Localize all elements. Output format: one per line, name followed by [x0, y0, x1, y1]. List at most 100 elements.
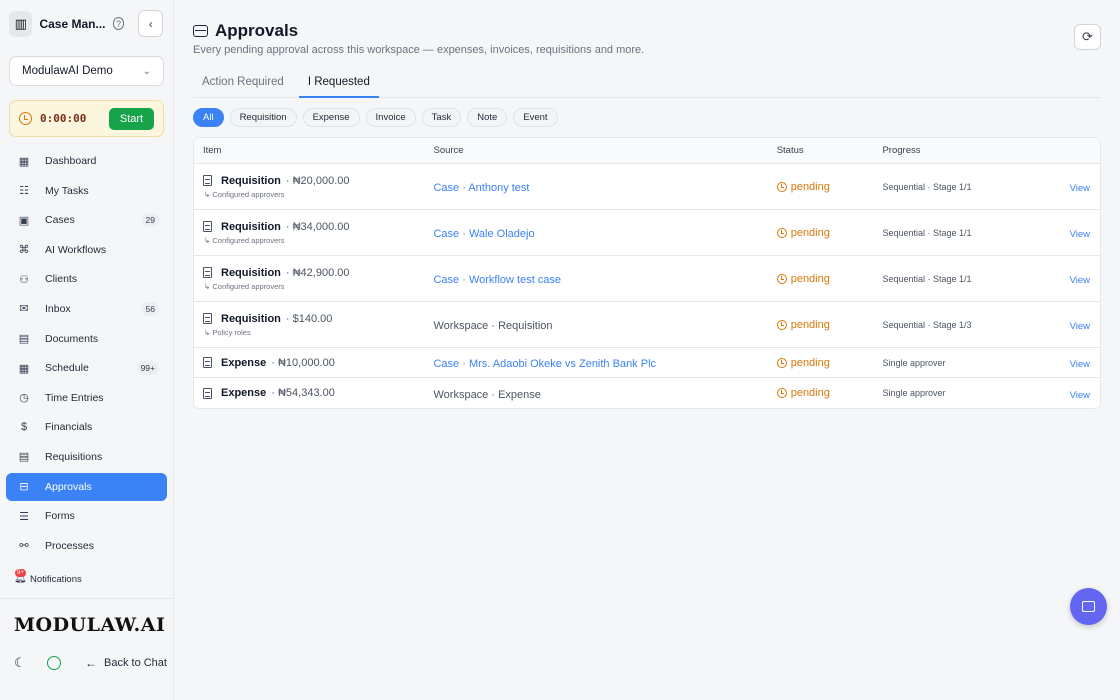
file-icon: ▤ — [18, 333, 30, 346]
sidebar-item-documents[interactable]: ▤ Documents — [6, 325, 167, 353]
sidebar-item-ai-workflows[interactable]: ⌘ AI Workflows — [6, 236, 167, 264]
source-link[interactable]: Case · Wale Oladejo — [433, 228, 534, 240]
sidebar-item-count: 29 — [141, 213, 159, 228]
item-line: Expense · ₦10,000.00 — [203, 357, 433, 369]
sidebar-item-forms[interactable]: ☰ Forms — [6, 502, 167, 530]
help-circle-icon[interactable]: ? — [112, 17, 125, 30]
table-row[interactable]: Requisition · $140.00 ↳ Policy roles Worksp… — [194, 302, 1100, 348]
sidebar-item-cases[interactable]: ▣ Cases 29 — [6, 206, 167, 234]
back-to-chat-link[interactable]: Back to Chat — [104, 657, 167, 669]
refresh-icon: ⟳ — [1082, 29, 1093, 44]
view-link[interactable]: View — [1070, 183, 1090, 194]
item-cell: Expense · ₦10,000.00 — [194, 357, 433, 369]
filter-chip-all[interactable]: All — [193, 108, 224, 127]
sidebar-item-label: Schedule — [45, 362, 89, 375]
collapse-sidebar-button[interactable]: ‹ — [138, 10, 163, 37]
source-link[interactable]: Case · Workflow test case — [433, 274, 561, 286]
filter-chip-requisition[interactable]: Requisition — [229, 108, 297, 127]
filter-chip-event[interactable]: Event — [513, 108, 558, 127]
sidebar-item-label: Documents — [45, 332, 99, 345]
view-link[interactable]: View — [1070, 359, 1090, 370]
page-subtitle: Every pending approval across this works… — [193, 44, 645, 56]
sidebar-item-time-entries[interactable]: ◷ Time Entries — [6, 384, 167, 412]
timer-start-button[interactable]: Start — [109, 107, 154, 130]
sidebar-item-label: Cases — [45, 214, 75, 227]
sidebar-item-approvals[interactable]: ⊟ Approvals — [6, 472, 167, 501]
view-link[interactable]: View — [1070, 229, 1090, 240]
sidebar-item-requisitions[interactable]: ▤ Requisitions — [6, 443, 167, 471]
clock-icon — [776, 273, 787, 284]
source-cell: Case · Mrs. Adaobi Okeke vs Zenith Bank … — [433, 355, 776, 370]
header-item: Item — [203, 145, 222, 156]
item-cell: Requisition · ₦20,000.00 ↳ Configured appr… — [194, 175, 433, 199]
status-text: pending — [790, 318, 830, 331]
tab-action-required[interactable]: Action Required — [193, 70, 293, 98]
status-cell: pending — [776, 318, 883, 331]
app-title: Case Man... — [39, 16, 106, 31]
sidebar-item-label: Processes — [45, 539, 95, 552]
source-text: Workspace · Expense — [433, 388, 541, 401]
receipt-icon: ▤ — [18, 451, 30, 464]
notifications-button[interactable]: 🔔︎ 9+ Notifications — [14, 569, 82, 585]
sidebar-item-inbox[interactable]: ✉ Inbox 56 — [6, 295, 167, 323]
item-line: Requisition · ₦20,000.00 — [203, 175, 433, 187]
sidebar-item-processes[interactable]: ⚯ Processes — [6, 532, 167, 560]
item-type: Requisition — [221, 220, 281, 233]
item-line: Requisition · $140.00 — [203, 313, 433, 325]
sidebar-item-label: Clients — [45, 273, 78, 286]
filter-chip-note[interactable]: Note — [467, 108, 508, 127]
timer-icon — [19, 112, 32, 125]
status-text: pending — [790, 180, 830, 193]
table-row[interactable]: Requisition · ₦20,000.00 ↳ Configured appr… — [194, 164, 1100, 210]
item-cell: Requisition · ₦42,900.00 ↳ Configured appr… — [194, 267, 433, 291]
status-badge: pending — [776, 180, 883, 193]
filter-chip-expense[interactable]: Expense — [302, 108, 360, 127]
source-link[interactable]: Case · Mrs. Adaobi Okeke vs Zenith Bank … — [433, 358, 656, 370]
page-title: Approvals — [215, 21, 299, 40]
view-link[interactable]: View — [1070, 390, 1090, 401]
title-row: Approvals — [193, 21, 644, 41]
sidebar-item-dashboard[interactable]: ▦ Dashboard — [6, 147, 167, 175]
table-row[interactable]: Requisition · ₦42,900.00 ↳ Configured appr… — [194, 256, 1100, 302]
workspace-select[interactable]: ModulawAI Demo ⌄ — [9, 56, 164, 86]
sidebar-item-my-tasks[interactable]: ☷ My Tasks — [6, 177, 167, 205]
table-row[interactable]: Requisition · ₦34,000.00 ↳ Configured appr… — [194, 210, 1100, 256]
refresh-button[interactable]: ⟳ — [1074, 24, 1101, 50]
clock-icon — [776, 357, 787, 368]
briefcase-icon: ▣ — [18, 214, 30, 227]
sidebar-item-schedule[interactable]: ▦ Schedule 99+ — [6, 354, 167, 382]
checklist-icon: ☷ — [19, 185, 29, 198]
table-header: Item Source Status Progress — [194, 138, 1100, 164]
sidebar-header: ▥ Case Man... ? ‹ — [0, 0, 173, 47]
source-link[interactable]: Case · Anthony test — [433, 182, 529, 194]
notifications-label: Notifications — [30, 573, 82, 585]
whatsapp-icon[interactable] — [47, 656, 61, 670]
sidebar-item-financials[interactable]: $ Financials — [6, 413, 167, 441]
receipt-icon — [203, 357, 212, 368]
action-cell: View — [1042, 355, 1100, 370]
arrow-left-icon[interactable]: ← — [85, 656, 97, 670]
view-link[interactable]: View — [1070, 275, 1090, 286]
table-row[interactable]: Expense · ₦54,343.00 Workspace · Expense pe… — [194, 378, 1100, 408]
users-icon: ⚇ — [19, 273, 29, 286]
chat-fab-button[interactable] — [1070, 588, 1107, 625]
sidebar-item-label: Requisitions — [45, 450, 103, 463]
item-approver-note: ↳ Configured approvers — [204, 281, 285, 291]
app-logo-icon[interactable]: ▥ — [9, 10, 33, 37]
filter-chip-invoice[interactable]: Invoice — [365, 108, 416, 127]
sidebar-item-label: My Tasks — [45, 184, 89, 197]
item-cell: Expense · ₦54,343.00 — [194, 387, 433, 399]
table-row[interactable]: Expense · ₦10,000.00 Case · Mrs. Adaobi Ok… — [194, 348, 1100, 378]
status-cell: pending — [776, 180, 883, 193]
status-badge: pending — [776, 357, 883, 369]
tab-i-requested[interactable]: I Requested — [298, 70, 379, 98]
view-link[interactable]: View — [1070, 321, 1090, 332]
item-line: Requisition · ₦34,000.00 — [203, 221, 433, 233]
filter-chip-task[interactable]: Task — [421, 108, 462, 127]
action-cell: View — [1042, 225, 1100, 240]
sidebar-item-clients[interactable]: ⚇ Clients — [6, 265, 167, 293]
moon-icon[interactable]: ☾ — [14, 655, 28, 671]
workflow-icon: ⚯ — [19, 540, 29, 553]
form-icon: ☰ — [19, 510, 29, 523]
document-icon — [203, 313, 212, 324]
